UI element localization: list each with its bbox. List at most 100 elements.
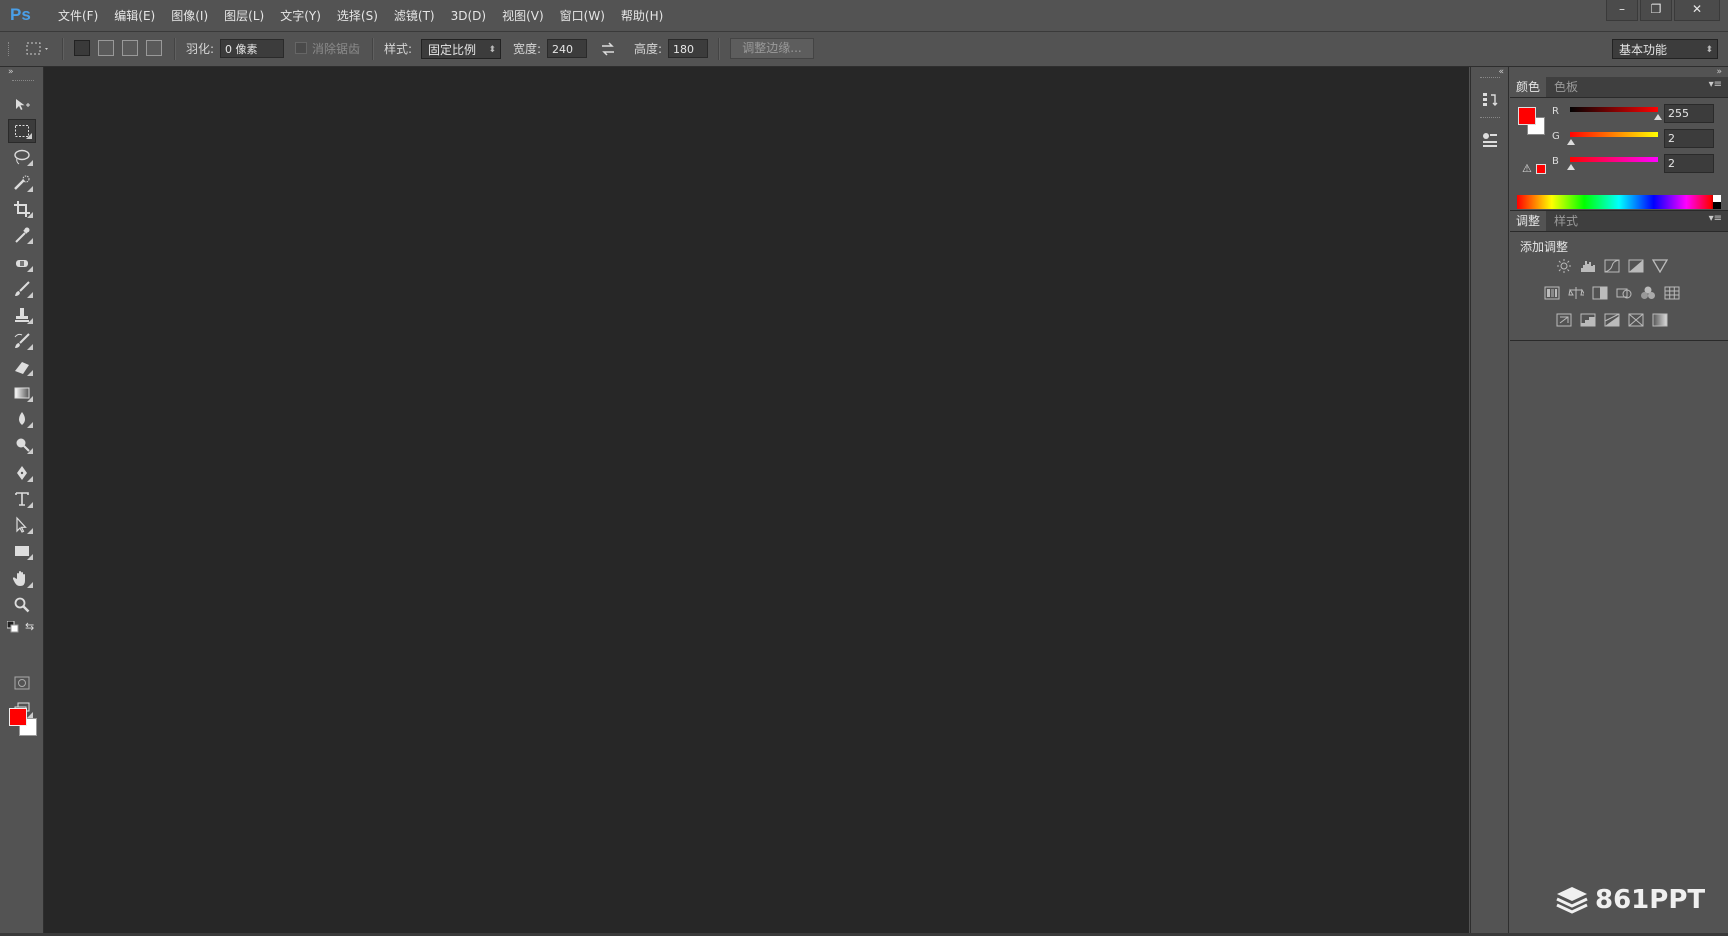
blur-tool[interactable]	[8, 407, 36, 431]
menu-3d[interactable]: 3D(D)	[443, 0, 494, 32]
intersect-selection-icon[interactable]	[146, 40, 162, 56]
style-select[interactable]: 固定比例 ⬍	[421, 39, 501, 59]
swap-colors-icon[interactable]: ⇆	[25, 620, 34, 633]
gamut-warning-icon[interactable]: ⚠	[1522, 162, 1532, 175]
gamut-color-swatch[interactable]	[1536, 164, 1546, 174]
swap-dimensions-button[interactable]	[600, 32, 616, 66]
levels-icon[interactable]	[1580, 259, 1596, 273]
feather-input[interactable]: 0 像素	[220, 39, 284, 58]
rectangular-marquee-tool[interactable]	[8, 119, 36, 143]
toolbox-collapse-icon[interactable]: »	[8, 67, 14, 77]
invert-icon[interactable]	[1556, 313, 1572, 327]
hand-tool[interactable]	[8, 567, 36, 591]
threshold-icon[interactable]	[1604, 313, 1620, 327]
history-panel-icon[interactable]	[1479, 89, 1501, 111]
channel-g-value[interactable]: 2	[1664, 129, 1714, 148]
channel-b-slider[interactable]	[1570, 157, 1658, 162]
default-colors-icon[interactable]	[6, 620, 19, 636]
workspace-select[interactable]: 基本功能 ⬍	[1612, 39, 1718, 59]
curves-icon[interactable]	[1604, 259, 1620, 273]
restore-button[interactable]: ❐	[1640, 0, 1672, 21]
color-spectrum-ramp[interactable]	[1517, 195, 1721, 209]
move-tool[interactable]	[8, 93, 36, 117]
subtract-from-selection-icon[interactable]	[122, 40, 138, 56]
options-separator	[372, 38, 374, 60]
rectangle-tool[interactable]	[8, 539, 36, 563]
lasso-tool[interactable]	[8, 145, 36, 169]
hue-saturation-icon[interactable]	[1544, 286, 1560, 300]
dock-grip[interactable]	[1480, 117, 1500, 120]
brightness-contrast-icon[interactable]	[1556, 259, 1572, 273]
vibrance-icon[interactable]	[1652, 259, 1668, 273]
panels-collapse-icon[interactable]: »	[1716, 67, 1722, 77]
quick-mask-button[interactable]	[8, 671, 36, 695]
menu-select[interactable]: 选择(S)	[329, 0, 386, 32]
channel-r-value[interactable]: 255	[1664, 104, 1714, 123]
selective-color-icon[interactable]	[1628, 313, 1644, 327]
exposure-icon[interactable]	[1628, 259, 1644, 273]
tab-color[interactable]: 颜色	[1510, 77, 1547, 97]
type-tool[interactable]	[8, 487, 36, 511]
quick-selection-tool[interactable]	[8, 171, 36, 195]
dock-grip[interactable]	[1480, 77, 1500, 80]
properties-icon	[1483, 133, 1497, 147]
black-white-ramp[interactable]	[1713, 195, 1721, 209]
menu-type[interactable]: 文字(Y)	[272, 0, 329, 32]
channel-b-value[interactable]: 2	[1664, 154, 1714, 173]
color-lookup-icon[interactable]	[1664, 286, 1680, 300]
tab-adjustments[interactable]: 调整	[1510, 211, 1547, 231]
eyedropper-tool[interactable]	[8, 223, 36, 247]
brush-tool[interactable]	[8, 277, 36, 301]
properties-panel-icon[interactable]	[1479, 129, 1501, 151]
minimize-button[interactable]: –	[1606, 0, 1638, 21]
posterize-icon[interactable]	[1580, 313, 1596, 327]
width-input[interactable]: 240	[547, 39, 587, 58]
spot-healing-brush-tool[interactable]	[8, 251, 36, 275]
menu-filter[interactable]: 滤镜(T)	[386, 0, 443, 32]
photo-filter-icon[interactable]	[1616, 286, 1632, 300]
panel-menu-icon[interactable]: ▾≡	[1709, 79, 1722, 90]
color-panel-tabs: 颜色 色板 ▾≡	[1510, 77, 1728, 98]
dock-collapse-icon[interactable]: «	[1498, 67, 1504, 77]
tab-styles[interactable]: 样式	[1548, 211, 1584, 231]
menu-window[interactable]: 窗口(W)	[552, 0, 613, 32]
tool-preset-picker[interactable]	[22, 32, 52, 66]
menu-layer[interactable]: 图层(L)	[216, 0, 272, 32]
width-label: 宽度:	[513, 42, 542, 56]
menu-image[interactable]: 图像(I)	[163, 0, 216, 32]
channel-r-slider[interactable]	[1570, 107, 1658, 112]
eraser-tool[interactable]	[8, 355, 36, 379]
channel-g-thumb[interactable]	[1567, 139, 1575, 145]
new-selection-icon[interactable]	[74, 40, 90, 56]
foreground-color-swatch[interactable]	[9, 708, 27, 726]
menu-help[interactable]: 帮助(H)	[613, 0, 671, 32]
document-canvas-area[interactable]	[44, 67, 1469, 933]
gradient-map-icon[interactable]	[1652, 313, 1668, 327]
height-input[interactable]: 180	[668, 39, 708, 58]
clone-stamp-tool[interactable]	[8, 303, 36, 327]
menu-edit[interactable]: 编辑(E)	[106, 0, 163, 32]
refine-edge-button[interactable]: 调整边缘...	[730, 38, 814, 59]
channel-g-slider[interactable]	[1570, 132, 1658, 137]
black-white-icon[interactable]	[1592, 286, 1608, 300]
add-to-selection-icon[interactable]	[98, 40, 114, 56]
color-balance-icon[interactable]	[1568, 286, 1584, 300]
path-selection-tool[interactable]	[8, 513, 36, 537]
menu-file[interactable]: 文件(F)	[50, 0, 106, 32]
tab-swatches[interactable]: 色板	[1548, 77, 1584, 97]
dodge-tool[interactable]	[8, 433, 36, 457]
zoom-tool[interactable]	[8, 593, 36, 617]
close-button[interactable]: ✕	[1674, 0, 1720, 21]
pen-tool[interactable]	[8, 461, 36, 485]
crop-tool[interactable]	[8, 197, 36, 221]
history-brush-tool[interactable]	[8, 329, 36, 353]
toolbox-grip[interactable]	[12, 80, 34, 83]
channel-b-thumb[interactable]	[1567, 164, 1575, 170]
menu-view[interactable]: 视图(V)	[494, 0, 552, 32]
antialias-checkbox[interactable]	[295, 42, 307, 54]
channel-r-thumb[interactable]	[1654, 114, 1662, 120]
gradient-tool[interactable]	[8, 381, 36, 405]
panel-menu-icon[interactable]: ▾≡	[1709, 213, 1722, 224]
color-panel-foreground-swatch[interactable]	[1518, 107, 1536, 125]
channel-mixer-icon[interactable]	[1640, 286, 1656, 300]
